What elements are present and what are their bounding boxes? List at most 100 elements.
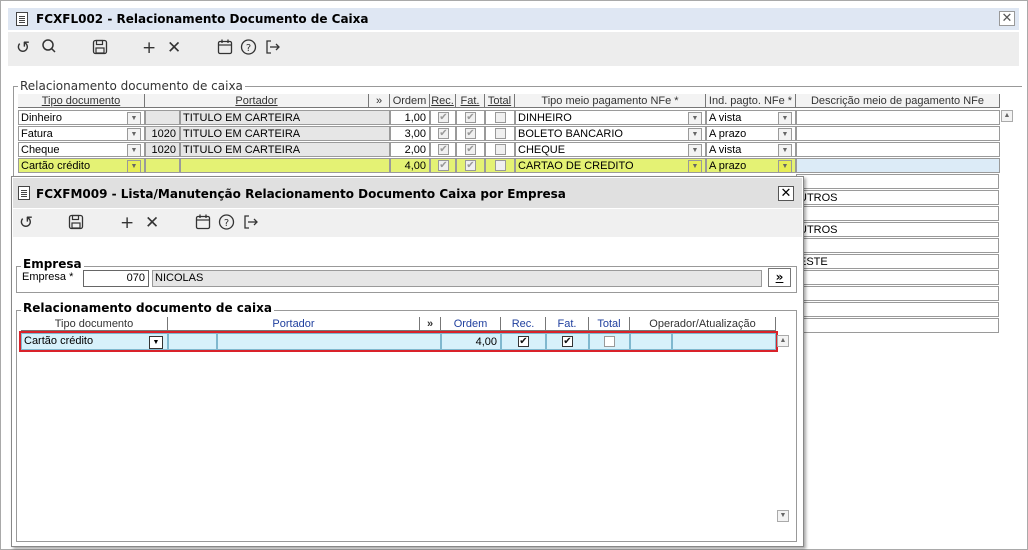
row-descricao-meio[interactable]: ESTE [796,254,999,269]
chevron-down-icon[interactable]: ▼ [778,112,792,124]
undo-icon[interactable]: ↺ [16,38,30,58]
calendar-icon[interactable] [195,213,211,233]
row-rec-checkbox[interactable]: ✔ [438,160,449,171]
empresa-code-field[interactable]: 070 [83,270,149,287]
row-descricao-meio[interactable] [796,286,999,301]
col-portador[interactable]: Portador [145,94,369,108]
row-descricao-meio[interactable] [796,126,1000,141]
row-descricao-meio[interactable]: UTROS [796,222,999,237]
col-portador-lookup[interactable]: » [369,94,390,108]
chevron-down-icon[interactable]: ▼ [688,112,702,124]
row-total-checkbox[interactable] [495,112,506,123]
row-ind-pagto[interactable]: A vista ▼ [706,110,796,125]
row-portador[interactable]: TITULO EM CARTEIRA [180,126,390,141]
row-tipo-documento[interactable]: Dinheiro ▼ [18,110,145,125]
dcol-fat[interactable]: Fat. [546,317,589,331]
row-total-checkbox[interactable] [495,160,506,171]
chevron-down-icon[interactable]: ▼ [127,144,141,156]
help-icon[interactable]: ? [240,38,257,58]
dcol-portador-lookup[interactable]: » [420,317,441,331]
chevron-down-icon[interactable]: ▼ [127,160,141,172]
col-ind-pagto[interactable]: Ind. pagto. NFe * [706,94,796,108]
main-close-button[interactable]: ✕ [999,11,1015,26]
row-ind-pagto[interactable]: A prazo ▼ [706,126,796,141]
help-icon[interactable]: ? [218,213,235,233]
chevron-down-icon[interactable]: ▼ [127,112,141,124]
chevron-down-icon[interactable]: ▼ [688,128,702,140]
save-icon[interactable] [68,213,84,233]
row-tipo-meio-pagamento[interactable]: BOLETO BANCARIO ▼ [515,126,706,141]
row-rec-checkbox[interactable]: ✔ [438,128,449,139]
row-descricao-meio[interactable] [796,238,999,253]
row-ordem[interactable]: 4,00 [390,158,430,173]
col-rec[interactable]: Rec. [430,94,456,108]
add-icon[interactable]: + [142,38,156,58]
row-fat-checkbox[interactable]: ✔ [465,160,476,171]
row-fat-checkbox[interactable]: ✔ [465,128,476,139]
dialog-scroll-down[interactable]: ▼ [777,510,789,522]
row-descricao-meio[interactable] [796,270,999,285]
calendar-icon[interactable] [217,38,233,58]
row-descricao-meio[interactable] [796,110,1000,125]
row-rec-checkbox[interactable]: ✔ [438,112,449,123]
row-portador-code[interactable] [145,110,180,125]
row-ordem[interactable]: 3,00 [390,126,430,141]
delete-icon[interactable]: ✕ [145,213,159,233]
row-ordem[interactable]: 2,00 [390,142,430,157]
table-row[interactable]: Fatura ▼ 1020 TITULO EM CARTEIRA 3,00 ✔ ✔ BOLET… [18,126,1000,142]
dcol-ordem[interactable]: Ordem [441,317,501,331]
save-icon[interactable] [92,38,108,58]
search-icon[interactable] [41,38,57,58]
row-tipo-meio-pagamento[interactable]: DINHEIRO ▼ [515,110,706,125]
chevron-down-icon[interactable]: ▼ [778,144,792,156]
row-ind-pagto[interactable]: A prazo ▼ [706,158,796,173]
dcol-operador-atualizacao[interactable]: Operador/Atualização [630,317,776,331]
col-fat[interactable]: Fat. [456,94,485,108]
row-ordem[interactable]: 1,00 [390,110,430,125]
row-portador-code[interactable]: 1020 [145,142,180,157]
main-grid-scroll-up[interactable]: ▲ [1001,110,1013,122]
chevron-down-icon[interactable]: ▼ [778,160,792,172]
chevron-down-icon[interactable]: ▼ [127,128,141,140]
row-total-checkbox[interactable] [495,144,506,155]
table-row[interactable]: Dinheiro ▼ TITULO EM CARTEIRA 1,00 ✔ ✔ DINHEIR… [18,110,1000,126]
col-tipo-documento[interactable]: Tipo documento [18,94,145,108]
add-icon[interactable]: + [120,213,134,233]
row-total-checkbox[interactable] [495,128,506,139]
row-descricao-meio[interactable] [796,318,999,333]
col-descricao-meio[interactable]: Descrição meio de pagamento NFe [796,94,1000,108]
row-descricao-meio[interactable]: UTROS [796,190,999,205]
dialog-scroll-up[interactable]: ▲ [777,335,789,347]
row-portador-code[interactable]: 1020 [145,126,180,141]
row-tipo-meio-pagamento[interactable]: CARTAO DE CREDITO ▼ [515,158,706,173]
exit-icon[interactable] [264,38,282,58]
row-rec-checkbox[interactable]: ✔ [438,144,449,155]
col-total[interactable]: Total [485,94,515,108]
row-tipo-meio-pagamento[interactable]: CHEQUE ▼ [515,142,706,157]
row-descricao-meio[interactable] [796,158,1000,173]
col-ordem[interactable]: Ordem [390,94,430,108]
undo-icon[interactable]: ↺ [19,213,33,233]
row-descricao-meio[interactable] [796,206,999,221]
dcol-rec[interactable]: Rec. [501,317,546,331]
row-descricao-meio[interactable] [796,302,999,317]
table-row[interactable]: Cartão crédito ▼ 4,00 ✔ ✔ CARTAO DE CREDITO ▼ A… [18,158,1000,174]
row-descricao-meio[interactable] [796,142,1000,157]
chevron-down-icon[interactable]: ▼ [688,160,702,172]
row-portador-code[interactable] [145,158,180,173]
dcol-total[interactable]: Total [589,317,630,331]
dcol-portador[interactable]: Portador [168,317,420,331]
empresa-lookup-button[interactable]: » [768,268,791,287]
exit-icon[interactable] [242,213,260,233]
row-fat-checkbox[interactable]: ✔ [465,144,476,155]
row-ind-pagto[interactable]: A vista ▼ [706,142,796,157]
row-portador[interactable]: TITULO EM CARTEIRA [180,142,390,157]
delete-icon[interactable]: ✕ [167,38,181,58]
row-fat-checkbox[interactable]: ✔ [465,112,476,123]
row-portador[interactable] [180,158,390,173]
row-tipo-documento[interactable]: Cartão crédito ▼ [18,158,145,173]
dialog-close-button[interactable]: ✕ [778,186,794,201]
col-tipo-meio-pagamento[interactable]: Tipo meio pagamento NFe * [515,94,706,108]
dcol-tipo-documento[interactable]: Tipo documento [21,317,168,331]
row-tipo-documento[interactable]: Cheque ▼ [18,142,145,157]
